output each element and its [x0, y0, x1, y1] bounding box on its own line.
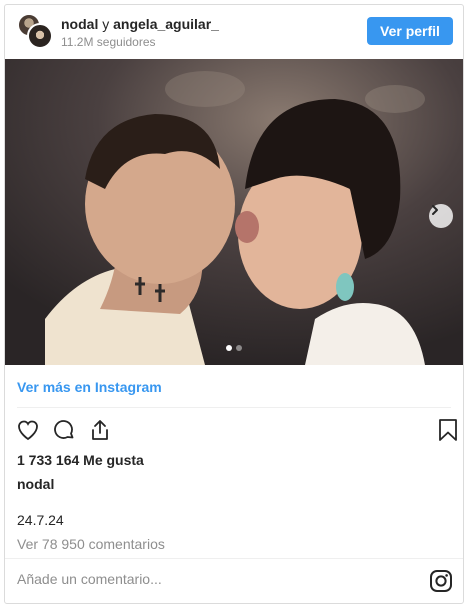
carousel-dot	[236, 345, 242, 351]
post-date: 24.7.24	[17, 512, 64, 528]
heart-icon	[18, 420, 38, 441]
conjunction-text: y	[102, 16, 110, 32]
instagram-icon[interactable]	[429, 569, 453, 593]
share-icon	[92, 420, 108, 440]
comment-bar: Añade un comentario...	[5, 558, 463, 603]
instagram-embed-card: nodal y angela_aguilar_ 11.2M seguidores…	[4, 4, 464, 604]
like-count[interactable]: 1 733 164 Me gusta	[17, 452, 144, 468]
bookmark-icon	[439, 419, 457, 441]
share-button[interactable]	[87, 417, 113, 443]
carousel-dot-active	[226, 345, 232, 351]
username-link[interactable]: angela_aguilar_	[113, 16, 219, 32]
photo-illustration	[5, 59, 463, 365]
view-profile-button[interactable]: Ver perfil	[367, 17, 453, 45]
next-image-button[interactable]	[429, 204, 453, 228]
like-button[interactable]	[15, 417, 41, 443]
author-names: nodal y angela_aguilar_	[61, 16, 219, 32]
post-header: nodal y angela_aguilar_ 11.2M seguidores…	[5, 5, 463, 59]
view-more-on-instagram-link[interactable]: Ver más en Instagram	[17, 379, 162, 395]
carousel-indicator	[5, 345, 463, 351]
follower-count: 11.2M seguidores	[61, 35, 156, 49]
action-bar	[15, 417, 457, 443]
avatar	[27, 23, 53, 49]
view-comments-link[interactable]: Ver 78 950 comentarios	[17, 536, 165, 552]
chevron-right-icon	[432, 205, 438, 215]
post-photo[interactable]	[5, 59, 463, 365]
add-comment-input[interactable]: Añade un comentario...	[17, 571, 397, 587]
username-link[interactable]: nodal	[61, 16, 98, 32]
save-button[interactable]	[435, 417, 461, 443]
comment-icon	[54, 420, 74, 439]
caption-username[interactable]: nodal	[17, 476, 54, 492]
avatar-stack[interactable]	[17, 13, 53, 49]
comment-button[interactable]	[51, 417, 77, 443]
divider	[17, 407, 451, 408]
